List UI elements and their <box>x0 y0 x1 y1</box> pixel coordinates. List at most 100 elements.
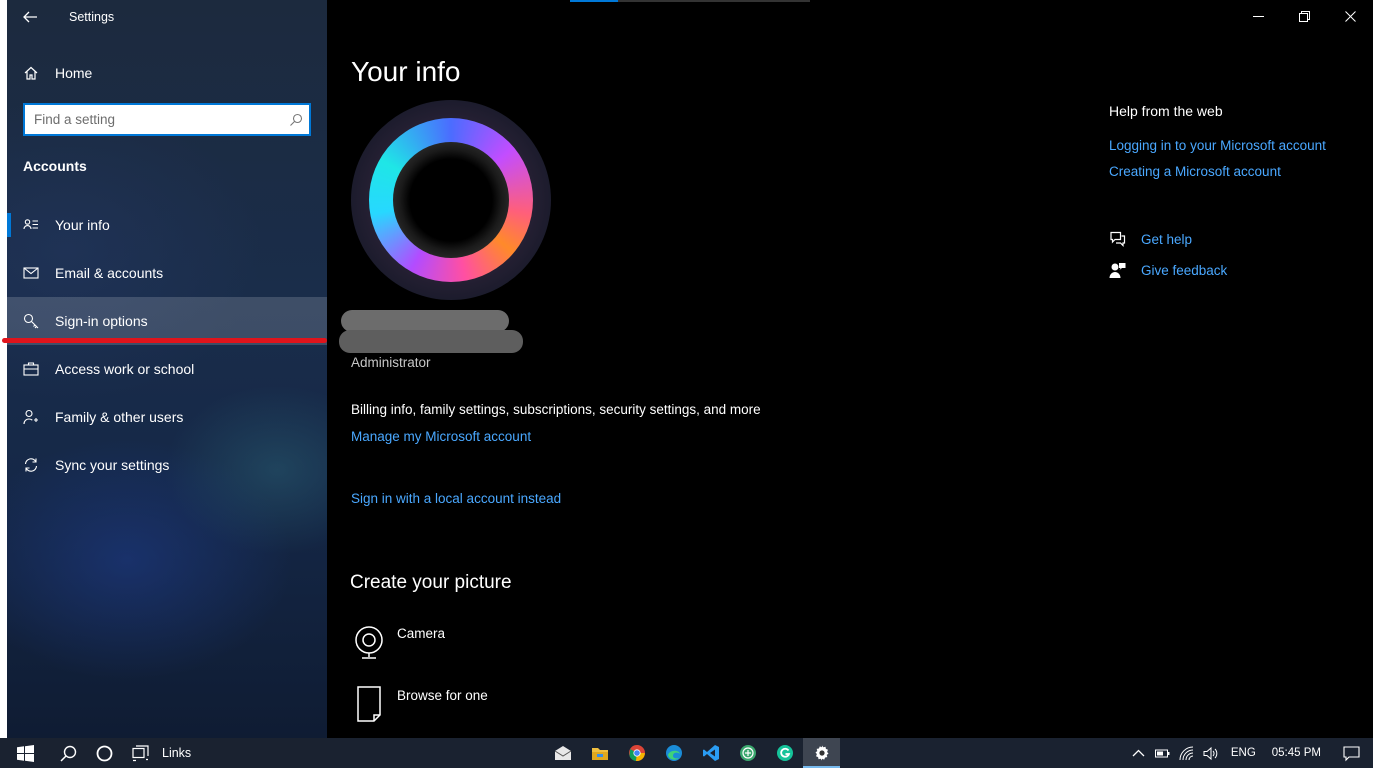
annotation-red-underline <box>2 338 327 343</box>
nav-home[interactable]: Home <box>7 56 327 90</box>
chrome-icon <box>628 745 645 762</box>
taskbar: Links ENG 05:45 PM <box>0 738 1373 768</box>
redacted-email <box>339 330 523 353</box>
action-center-button[interactable] <box>1329 738 1373 768</box>
taskbar-edge[interactable] <box>655 738 692 768</box>
taskbar-file-explorer[interactable] <box>581 738 618 768</box>
battery-button[interactable] <box>1151 738 1175 768</box>
window-controls <box>1235 0 1373 32</box>
settings-gear-icon <box>815 745 828 761</box>
envelope-icon <box>23 267 39 279</box>
account-role: Administrator <box>351 355 431 370</box>
windows-logo-icon <box>16 744 34 762</box>
search-input[interactable] <box>25 105 283 134</box>
sidebar-item-email-accounts[interactable]: Email & accounts <box>7 249 327 297</box>
vscode-icon <box>702 745 719 761</box>
local-account-link[interactable]: Sign in with a local account instead <box>351 491 561 506</box>
back-arrow-icon <box>23 11 37 23</box>
chevron-up-icon <box>1132 749 1145 756</box>
browse-label: Browse for one <box>397 688 488 703</box>
app-title: Settings <box>69 10 115 24</box>
create-picture-heading: Create your picture <box>350 572 512 593</box>
help-link-create-account[interactable]: Creating a Microsoft account <box>1109 164 1326 179</box>
back-button[interactable] <box>7 0 53 34</box>
nav-home-label: Home <box>55 65 93 81</box>
home-icon <box>24 66 38 80</box>
get-help-link[interactable]: Get help <box>1141 232 1192 247</box>
camera-icon <box>355 626 383 659</box>
avatar-center <box>393 142 509 258</box>
sidebar-item-label: Family & other users <box>55 409 184 425</box>
briefcase-icon <box>23 362 39 376</box>
battery-icon <box>1155 749 1170 757</box>
give-feedback-action[interactable]: Give feedback <box>1109 262 1227 279</box>
search-icon[interactable] <box>283 113 309 127</box>
billing-description: Billing info, family settings, subscript… <box>351 402 761 417</box>
minimize-icon <box>1252 15 1264 17</box>
clock[interactable]: 05:45 PM <box>1272 747 1321 759</box>
manage-account-link[interactable]: Manage my Microsoft account <box>351 429 531 444</box>
grammarly-icon <box>776 745 793 761</box>
close-button[interactable] <box>1327 0 1373 32</box>
loading-progress-bar <box>570 0 810 2</box>
volume-button[interactable] <box>1199 738 1223 768</box>
camera-option[interactable]: Camera <box>351 624 445 660</box>
nav-list: Your info Email & accounts Sign-in optio… <box>7 201 327 489</box>
get-help-action[interactable]: Get help <box>1109 231 1192 248</box>
taskbar-app[interactable] <box>729 738 766 768</box>
chat-help-icon <box>1110 231 1126 247</box>
taskbar-search-button[interactable] <box>50 738 86 768</box>
search-box[interactable] <box>23 103 311 136</box>
help-link-logging-in[interactable]: Logging in to your Microsoft account <box>1109 138 1326 153</box>
taskbar-apps <box>544 738 840 768</box>
sidebar-item-label: Sync your settings <box>55 457 170 473</box>
system-tray: ENG 05:45 PM <box>1127 738 1373 768</box>
mail-icon <box>554 746 571 760</box>
sync-icon <box>24 458 38 472</box>
minimize-button[interactable] <box>1235 0 1281 32</box>
cortana-button[interactable] <box>86 738 122 768</box>
section-title: Accounts <box>23 158 87 174</box>
avatar <box>351 100 551 300</box>
help-title: Help from the web <box>1109 103 1223 119</box>
sidebar-item-family-users[interactable]: Family & other users <box>7 393 327 441</box>
help-links: Logging in to your Microsoft account Cre… <box>1109 138 1326 190</box>
give-feedback-link[interactable]: Give feedback <box>1141 263 1227 278</box>
file-icon <box>357 686 381 722</box>
taskbar-vscode[interactable] <box>692 738 729 768</box>
main-content: Your info Administrator Billing info, fa… <box>327 0 1373 738</box>
sidebar-item-access-work-school[interactable]: Access work or school <box>7 345 327 393</box>
show-hidden-icons-button[interactable] <box>1127 738 1151 768</box>
wifi-icon <box>1179 746 1194 760</box>
sidebar-item-your-info[interactable]: Your info <box>7 201 327 249</box>
browse-option[interactable]: Browse for one <box>351 686 488 722</box>
restore-icon <box>1298 10 1310 22</box>
feedback-icon <box>1109 263 1126 278</box>
restore-button[interactable] <box>1281 0 1327 32</box>
sidebar-item-sync-settings[interactable]: Sync your settings <box>7 441 327 489</box>
language-indicator[interactable]: ENG <box>1231 747 1256 759</box>
task-view-icon <box>131 744 149 761</box>
sidebar-item-label: Access work or school <box>55 361 195 377</box>
links-toolbar[interactable]: Links <box>162 746 191 760</box>
camera-label: Camera <box>397 626 446 641</box>
close-icon <box>1344 10 1356 22</box>
task-view-button[interactable] <box>122 738 158 768</box>
cortana-circle-icon <box>96 745 112 761</box>
window-left-edge <box>0 0 7 738</box>
taskbar-chrome[interactable] <box>618 738 655 768</box>
file-explorer-icon <box>591 748 608 760</box>
loading-progress-fill <box>570 0 618 2</box>
network-button[interactable] <box>1175 738 1199 768</box>
app-icon <box>739 745 756 761</box>
person-add-icon <box>23 409 38 425</box>
sidebar: Settings Home Accounts Your info Email &… <box>7 0 327 738</box>
taskbar-mail[interactable] <box>544 738 581 768</box>
notification-icon <box>1342 745 1360 761</box>
start-button[interactable] <box>0 738 50 768</box>
sidebar-item-label: Sign-in options <box>55 313 148 329</box>
taskbar-grammarly[interactable] <box>766 738 803 768</box>
taskbar-settings[interactable] <box>803 738 840 768</box>
sidebar-item-label: Your info <box>55 217 110 233</box>
page-title: Your info <box>351 56 461 87</box>
